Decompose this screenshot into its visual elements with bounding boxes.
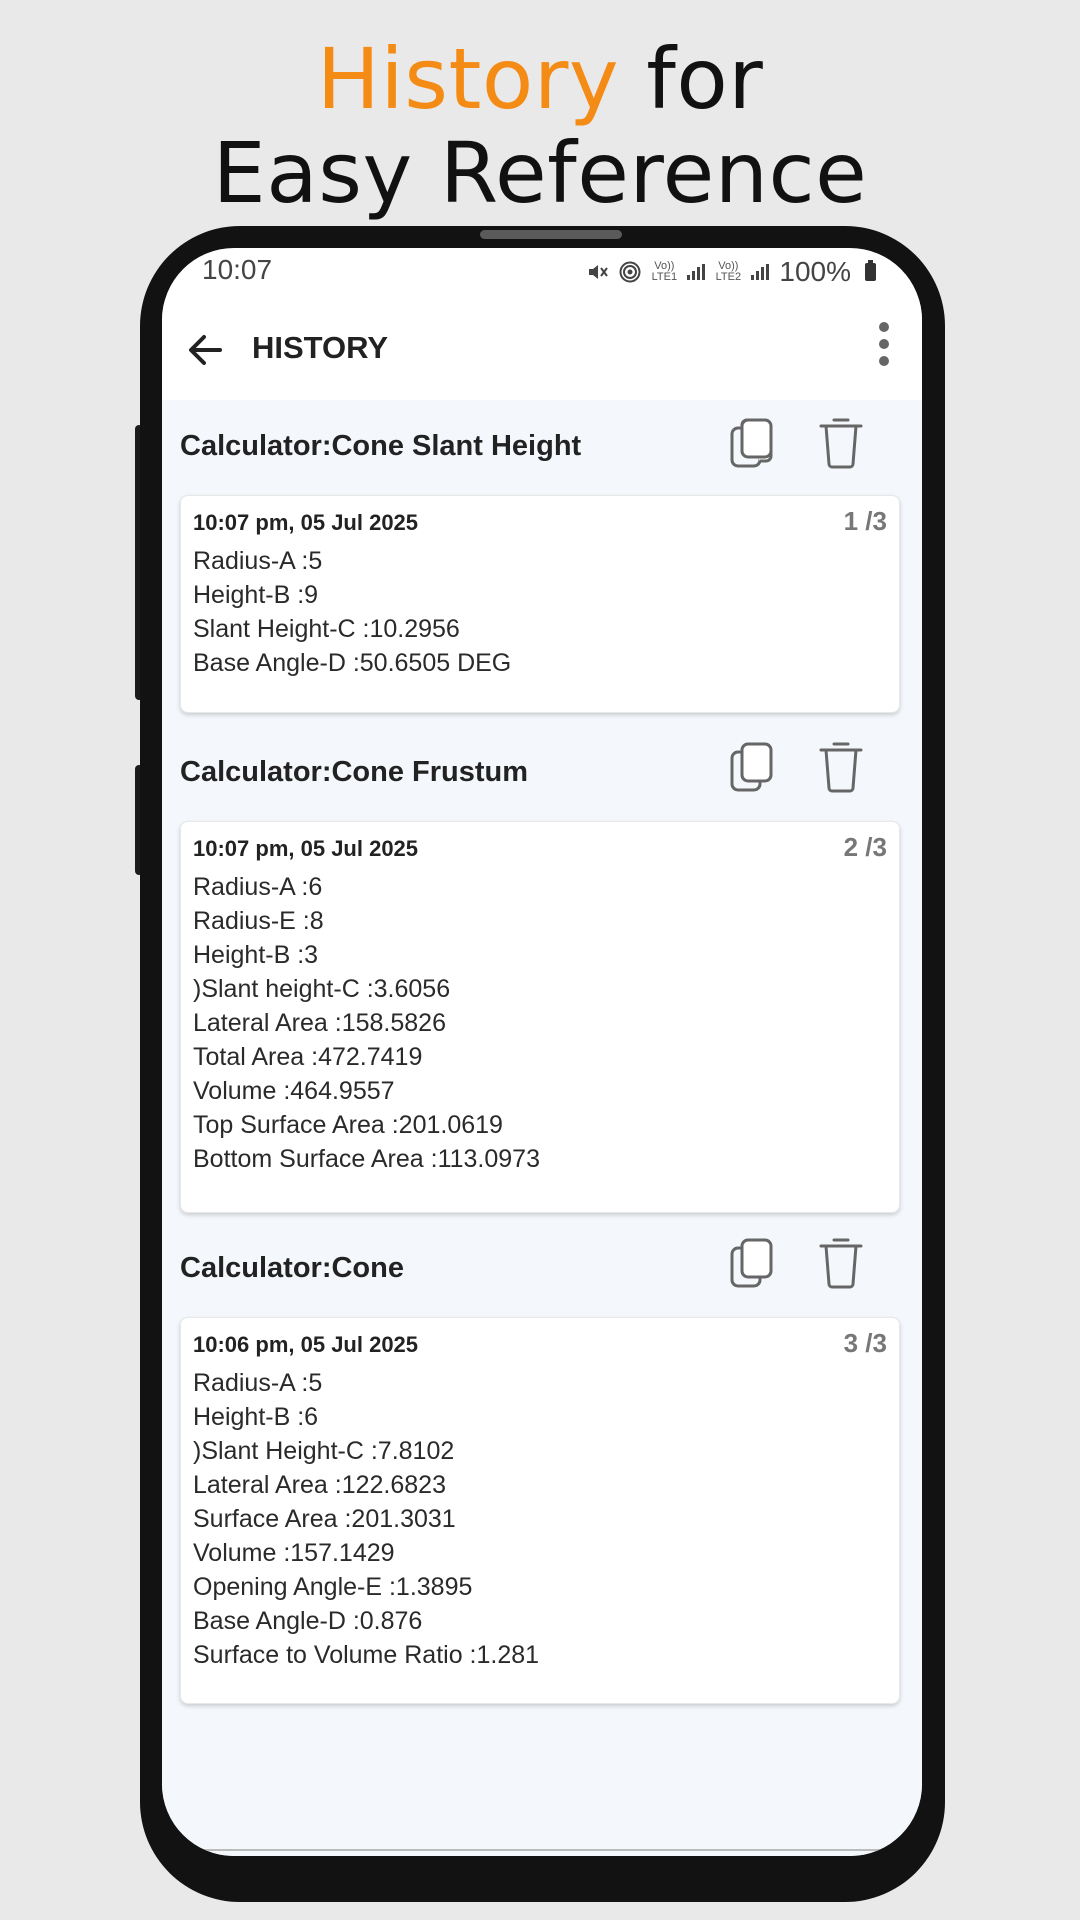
result-line: Radius-E :8 (193, 907, 324, 935)
copy-icon[interactable] (728, 416, 778, 472)
entry-results: Radius-A :6 Radius-E :8 Height-B :3 )Sla… (193, 870, 540, 1176)
entry-timestamp: 10:07 pm, 05 Jul 2025 (193, 836, 419, 861)
delete-icon[interactable] (816, 414, 866, 470)
result-line: Slant Height-C :10.2956 (193, 615, 460, 643)
entry-timestamp: 10:07 pm, 05 Jul 2025 (193, 510, 419, 535)
copy-icon[interactable] (728, 1236, 778, 1292)
entry-title: Calculator:Cone Frustum (180, 756, 529, 788)
result-line: Lateral Area :158.5826 (193, 1009, 446, 1037)
result-line: )Slant height-C :3.6056 (193, 975, 451, 1003)
phone-screen: 10:07 Vo)) LTE1 Vo)) LTE2 100% HISTORY C… (162, 248, 922, 1856)
entry-page-counter: 1 /3 (843, 506, 887, 536)
history-card[interactable]: 10:07 pm, 05 Jul 2025 1 /3 Radius-A :5 H… (180, 495, 900, 713)
sim2-label: Vo)) LTE2 (715, 260, 742, 283)
result-line: Surface Area :201.3031 (193, 1505, 456, 1533)
result-line: Volume :464.9557 (193, 1077, 395, 1105)
entry-page-counter: 3 /3 (843, 1328, 887, 1358)
result-line: Radius-A :5 (193, 1369, 323, 1397)
phone-speaker (480, 230, 622, 239)
promo-line-1-rest: for (619, 30, 764, 128)
app-bar: HISTORY (162, 300, 922, 401)
status-bar: 10:07 Vo)) LTE1 Vo)) LTE2 100% (162, 248, 922, 300)
back-arrow-icon[interactable] (180, 324, 232, 376)
status-time: 10:07 (202, 254, 273, 285)
battery-percent: 100% (779, 256, 851, 287)
delete-icon[interactable] (816, 738, 866, 794)
result-line: Total Area :472.7419 (193, 1043, 423, 1071)
hotspot-icon (619, 261, 641, 283)
bottom-divider (162, 1849, 922, 1851)
mute-icon (589, 265, 609, 279)
history-list: Calculator:Cone Slant Height 10:07 pm, 0… (162, 400, 922, 1856)
result-line: Base Angle-D :50.6505 DEG (193, 649, 512, 677)
promo-headline: History for Easy Reference (0, 32, 1080, 220)
promo-line-2: Easy Reference (212, 124, 868, 222)
result-line: Opening Angle-E :1.3895 (193, 1573, 473, 1601)
result-line: Base Angle-D :0.876 (193, 1607, 423, 1635)
entry-title: Calculator:Cone Slant Height (180, 430, 582, 462)
result-line: Height-B :9 (193, 581, 319, 609)
result-line: )Slant Height-C :7.8102 (193, 1437, 455, 1465)
result-line: Radius-A :6 (193, 873, 323, 901)
result-line: Radius-A :5 (193, 547, 323, 575)
delete-icon[interactable] (816, 1234, 866, 1290)
copy-icon[interactable] (728, 740, 778, 796)
entry-results: Radius-A :5 Height-B :9 Slant Height-C :… (193, 544, 511, 680)
sim1-signal-icon (687, 264, 706, 280)
result-line: Lateral Area :122.6823 (193, 1471, 446, 1499)
result-line: Bottom Surface Area :113.0973 (193, 1145, 540, 1173)
result-line: Height-B :6 (193, 1403, 319, 1431)
battery-icon (865, 260, 876, 281)
entry-page-counter: 2 /3 (843, 832, 887, 862)
entry-results: Radius-A :5 Height-B :6 )Slant Height-C … (193, 1366, 539, 1672)
promo-line-1: History for (0, 32, 1080, 126)
history-card[interactable]: 10:06 pm, 05 Jul 2025 3 /3 Radius-A :5 H… (180, 1317, 900, 1704)
more-options-icon[interactable] (876, 322, 892, 378)
sim1-label: Vo)) LTE1 (651, 260, 678, 283)
result-line: Volume :157.1429 (193, 1539, 395, 1567)
sim2-signal-icon (751, 264, 770, 280)
history-card[interactable]: 10:07 pm, 05 Jul 2025 2 /3 Radius-A :6 R… (180, 821, 900, 1213)
result-line: Top Surface Area :201.0619 (193, 1111, 503, 1139)
promo-accent-word: History (316, 30, 620, 128)
entry-timestamp: 10:06 pm, 05 Jul 2025 (193, 1332, 419, 1357)
entry-title: Calculator:Cone (180, 1252, 404, 1284)
page-title: HISTORY (252, 330, 389, 365)
result-line: Height-B :3 (193, 941, 319, 969)
result-line: Surface to Volume Ratio :1.281 (193, 1641, 540, 1669)
status-icons: Vo)) LTE1 Vo)) LTE2 100% (587, 256, 876, 288)
